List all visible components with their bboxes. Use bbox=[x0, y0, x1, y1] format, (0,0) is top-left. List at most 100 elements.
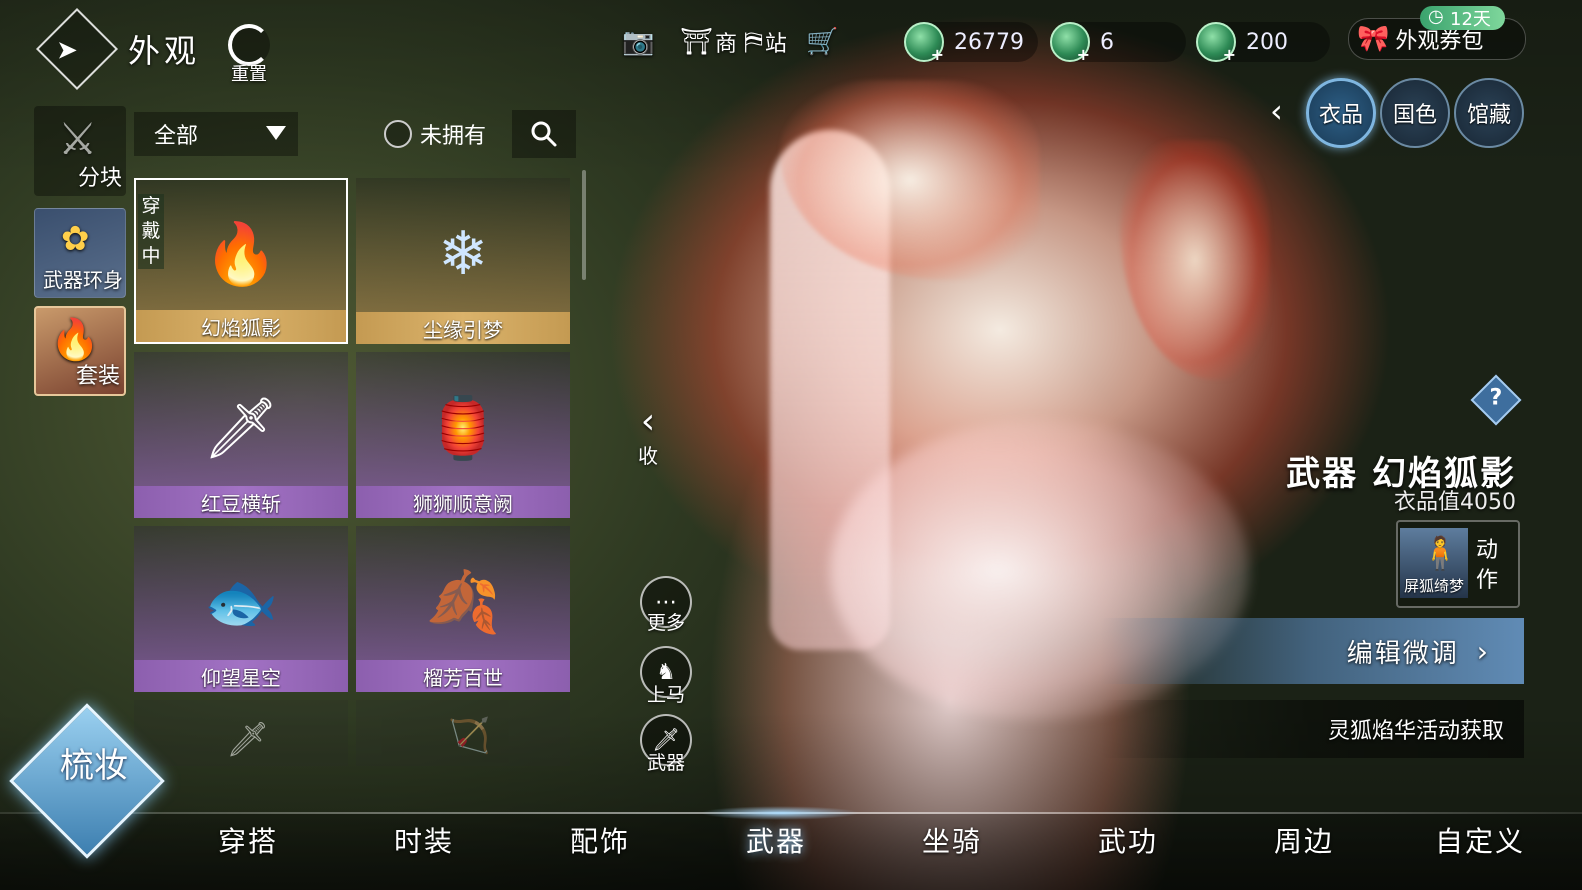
wearing-badge: 穿戴中 bbox=[138, 194, 164, 269]
sword-icon: ⚔ bbox=[58, 114, 98, 165]
figure-icon: 🧍 bbox=[1420, 534, 1460, 572]
help-button[interactable]: ? bbox=[1470, 374, 1522, 426]
shop-icon: ⛩ bbox=[680, 27, 714, 57]
unowned-toggle[interactable]: 未拥有 bbox=[384, 118, 486, 150]
currency-jade-3[interactable]: 200 bbox=[1196, 22, 1330, 64]
tab-merch[interactable]: 周边 bbox=[1244, 820, 1364, 860]
jade-coin-icon bbox=[904, 22, 944, 64]
cart-icon: 🛒 bbox=[806, 27, 839, 57]
back-arrow-icon: ➤ bbox=[56, 35, 78, 66]
category-label: 武器环身 bbox=[43, 268, 123, 292]
tab-custom[interactable]: 自定义 bbox=[1420, 820, 1540, 860]
reset-button[interactable]: 重置 bbox=[222, 24, 276, 85]
item-name: 尘缘引梦 bbox=[356, 312, 570, 344]
chevron-down-icon bbox=[266, 126, 286, 140]
item-name: 红豆横斩 bbox=[134, 486, 348, 518]
item-card[interactable]: 🗡 红豆横斩 bbox=[134, 352, 348, 518]
weapon-thumbnail-icon: 🏮 bbox=[425, 393, 501, 464]
tab-collection[interactable]: 馆藏 bbox=[1454, 78, 1524, 148]
shop-label: 商 bbox=[715, 32, 738, 57]
camera-icon: 📷 bbox=[622, 27, 655, 57]
more-label: 更多 bbox=[646, 612, 685, 634]
tab-martial-arts[interactable]: 武功 bbox=[1068, 820, 1188, 860]
action-caption: 屏狐绮梦 bbox=[1403, 577, 1464, 595]
flame-weapon-icon: 🔥 bbox=[50, 317, 100, 363]
tab-accessories[interactable]: 配饰 bbox=[540, 820, 660, 860]
shop-button[interactable]: ⛩ 商 bbox=[680, 20, 737, 64]
item-card-partial[interactable]: 🗡 bbox=[134, 700, 348, 766]
item-card[interactable]: 🐟 仰望星空 bbox=[134, 526, 348, 692]
active-tab-glow bbox=[700, 806, 860, 820]
weapon-thumbnail-icon: 🐟 bbox=[203, 567, 279, 638]
days-remaining-badge: 12天 bbox=[1420, 6, 1505, 30]
action-label: 动作 bbox=[1476, 538, 1499, 593]
station-button[interactable]: ⛿ 站 bbox=[744, 20, 787, 64]
tab-national-color[interactable]: 国色 bbox=[1380, 78, 1450, 148]
camera-button[interactable]: 📷 bbox=[622, 20, 654, 64]
chevron-right-icon: › bbox=[1476, 634, 1490, 668]
category-weapon-aura[interactable]: ✿ 武器环身 bbox=[34, 208, 126, 298]
category-label: 套装 bbox=[75, 364, 120, 389]
back-button[interactable]: ➤ bbox=[35, 7, 119, 91]
action-preview-button[interactable]: 🧍 屏狐绮梦 动作 bbox=[1396, 520, 1520, 608]
item-card[interactable]: 🍂 榴芳百世 bbox=[356, 526, 570, 692]
currency-amount: 6 bbox=[1100, 29, 1114, 55]
tab-fashion[interactable]: 时装 bbox=[364, 820, 484, 860]
edit-adjust-button[interactable]: 编辑微调 › bbox=[1100, 618, 1524, 684]
collapse-button[interactable]: ‹ 收 bbox=[638, 404, 658, 469]
station-label: 站 bbox=[764, 32, 787, 57]
reset-label: 重置 bbox=[231, 64, 267, 85]
category-label: 分块 bbox=[77, 166, 122, 191]
currency-jade[interactable]: 26779 bbox=[904, 22, 1038, 64]
item-card[interactable]: ❄ 尘缘引梦 bbox=[356, 178, 570, 344]
gift-icon: 🎀 bbox=[1357, 24, 1390, 54]
search-button[interactable] bbox=[512, 110, 576, 158]
jade-coin-icon bbox=[1050, 22, 1090, 64]
weapon-thumbnail-icon: 🍂 bbox=[425, 567, 501, 638]
item-name: 仰望星空 bbox=[134, 660, 348, 692]
page-title: 外观 bbox=[128, 32, 201, 70]
item-name: 榴芳百世 bbox=[356, 660, 570, 692]
makeup-label: 梳妆 bbox=[60, 746, 128, 786]
item-card[interactable]: 🏮 狮狮顺意阙 bbox=[356, 352, 570, 518]
search-icon bbox=[531, 121, 557, 147]
weapon-label: 武器 bbox=[646, 752, 685, 774]
source-info: 灵狐焰华活动获取 bbox=[1100, 700, 1524, 758]
cart-button[interactable]: 🛒 bbox=[806, 20, 838, 64]
item-card[interactable]: 🔥 穿戴中 幻焰狐影 bbox=[134, 178, 348, 344]
edit-label: 编辑微调 bbox=[1346, 638, 1459, 669]
flame-effect bbox=[1120, 140, 1270, 380]
question-icon: ? bbox=[1489, 385, 1503, 411]
jade-coin-icon bbox=[1196, 22, 1236, 64]
filter-dropdown[interactable]: 全部 bbox=[134, 112, 298, 156]
list-scrollbar[interactable] bbox=[582, 170, 586, 280]
tab-mount[interactable]: 坐骑 bbox=[892, 820, 1012, 860]
weapon-thumbnail-icon: 🗡 bbox=[226, 720, 270, 760]
unowned-label: 未拥有 bbox=[420, 124, 487, 149]
category-set[interactable]: 🔥 套装 bbox=[34, 306, 126, 396]
weapon-thumbnail-icon: 🏹 bbox=[448, 716, 491, 756]
chevron-left-icon: ‹ bbox=[640, 401, 656, 442]
currency-amount: 26779 bbox=[954, 29, 1024, 55]
action-thumbnail: 🧍 屏狐绮梦 bbox=[1400, 528, 1468, 598]
currency-amount: 200 bbox=[1246, 29, 1288, 55]
item-name: 狮狮顺意阙 bbox=[356, 486, 570, 518]
weapon-thumbnail-icon: 🗡 bbox=[202, 393, 280, 464]
tab-weapon[interactable]: 武器 bbox=[716, 820, 836, 860]
category-parts[interactable]: ⚔ 分块 bbox=[34, 106, 126, 196]
tab-outfit[interactable]: 穿搭 bbox=[188, 820, 308, 860]
item-name: 幻焰狐影 bbox=[136, 310, 346, 342]
currency-jade-2[interactable]: 6 bbox=[1050, 22, 1186, 64]
station-icon: ⛿ bbox=[744, 26, 763, 57]
weapon-thumbnail-icon: ❄ bbox=[437, 219, 489, 289]
tab-clothing-score[interactable]: 衣品 bbox=[1306, 78, 1376, 148]
flower-icon: ✿ bbox=[61, 219, 90, 259]
item-score: 衣品值4050 bbox=[1394, 490, 1516, 515]
unowned-radio[interactable] bbox=[384, 120, 412, 148]
mount-label: 上马 bbox=[646, 684, 685, 706]
chevron-left-icon[interactable]: ‹ bbox=[1270, 92, 1283, 130]
filter-selected: 全部 bbox=[154, 124, 199, 149]
collapse-label: 收 bbox=[638, 444, 658, 468]
item-card-partial[interactable]: 🏹 bbox=[356, 700, 570, 766]
weapon-thumbnail-icon: 🔥 bbox=[203, 219, 279, 290]
